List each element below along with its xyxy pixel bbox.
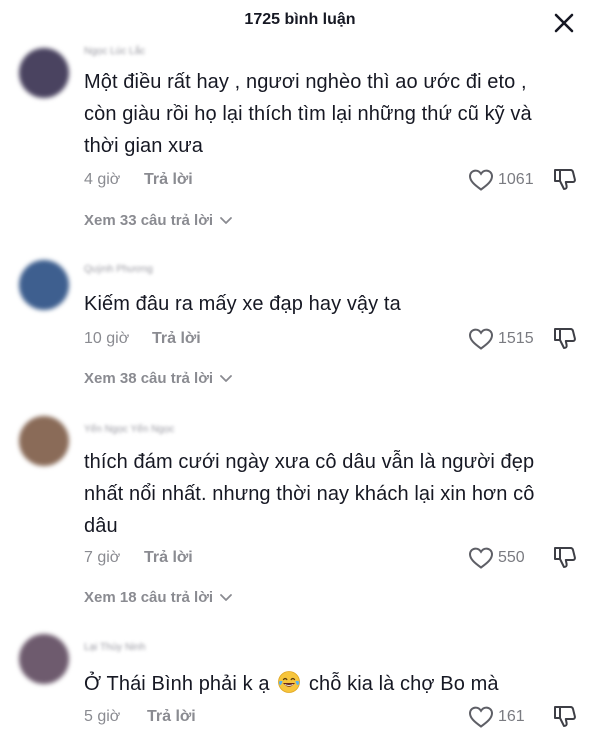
comment-text: Kiếm đâu ra mấy xe đạp hay vậy ta bbox=[84, 288, 584, 320]
comment-text-line: Một điều rất hay , ngươi nghèo thì ao ướ… bbox=[84, 71, 527, 93]
comment-time: 10 giờ bbox=[84, 330, 130, 347]
comment-text: thích đám cưới ngày xưa cô dâu vẫn là ng… bbox=[84, 446, 584, 542]
reply-button[interactable]: Trả lời bbox=[144, 171, 193, 189]
thumbs-down-icon[interactable] bbox=[552, 545, 578, 571]
comment-time: 5 giờ bbox=[84, 708, 121, 725]
heart-outline-icon[interactable] bbox=[468, 705, 494, 729]
comment-count-title: 1725 bình luận bbox=[244, 11, 356, 28]
comment-text: Một điều rất hay , ngươi nghèo thì ao ướ… bbox=[84, 66, 584, 162]
comment-time: 7 giờ bbox=[84, 549, 121, 566]
comment-meta: 4 giờ Trả lời 1061 bbox=[84, 168, 584, 192]
comment-text-line: thời gian xưa bbox=[84, 135, 203, 157]
comment-text-part: chỗ kia là chợ Bo mà bbox=[308, 673, 499, 695]
view-replies-label: Xem 38 câu trả lời bbox=[84, 370, 214, 387]
reply-button[interactable]: Trả lời bbox=[144, 549, 193, 567]
reply-button[interactable]: Trả lời bbox=[152, 330, 201, 348]
thumbs-down-icon[interactable] bbox=[552, 326, 578, 352]
heart-outline-icon[interactable] bbox=[468, 168, 494, 192]
comment-username[interactable]: Quỳnh Phương bbox=[84, 264, 153, 275]
comment-meta: 5 giờ Trả lời 161 bbox=[84, 705, 584, 729]
comment-text-line: nhất nổi nhất. nhưng thời nay khách lại … bbox=[84, 483, 535, 505]
close-icon[interactable] bbox=[551, 10, 577, 36]
comment-text: Ở Thái Bình phải k ạ chỗ kia là chợ Bo m… bbox=[84, 668, 584, 700]
heart-outline-icon[interactable] bbox=[468, 546, 494, 570]
avatar[interactable] bbox=[19, 634, 69, 684]
comment-text-line: Kiếm đâu ra mấy xe đạp hay vậy ta bbox=[84, 293, 401, 315]
chevron-down-icon bbox=[220, 594, 233, 601]
avatar[interactable] bbox=[19, 260, 69, 310]
comment-item: Lại Thùy Ninh Ở Thái Bình phải k ạ chỗ k… bbox=[0, 628, 600, 746]
face-with-tears-of-joy-emoji-icon bbox=[278, 671, 301, 693]
heart-outline-icon[interactable] bbox=[468, 327, 494, 351]
avatar[interactable] bbox=[19, 416, 69, 466]
comment-username[interactable]: Yến Ngọc Yến Ngọc bbox=[84, 424, 174, 435]
view-replies-button[interactable]: Xem 18 câu trả lời bbox=[84, 589, 233, 606]
comment-time: 4 giờ bbox=[84, 171, 121, 188]
like-count: 550 bbox=[498, 549, 525, 566]
view-replies-button[interactable]: Xem 38 câu trả lời bbox=[84, 370, 233, 387]
comment-text-line: còn giàu rồi họ lại thích tìm lại những … bbox=[84, 103, 532, 125]
comment-text-line: dâu bbox=[84, 515, 118, 537]
thumbs-down-icon[interactable] bbox=[552, 704, 578, 730]
like-count: 161 bbox=[498, 708, 525, 725]
view-replies-label: Xem 33 câu trả lời bbox=[84, 212, 214, 229]
comment-username[interactable]: Lại Thùy Ninh bbox=[84, 642, 146, 653]
comments-header: 1725 bình luận bbox=[0, 0, 600, 44]
comment-item: Ngọc Lúc Lắc Một điều rất hay , ngươi ng… bbox=[0, 44, 600, 244]
thumbs-down-icon[interactable] bbox=[552, 167, 578, 193]
comment-username[interactable]: Ngọc Lúc Lắc bbox=[84, 46, 145, 57]
reply-button[interactable]: Trả lời bbox=[147, 708, 196, 726]
like-count: 1061 bbox=[498, 171, 534, 188]
view-replies-button[interactable]: Xem 33 câu trả lời bbox=[84, 212, 233, 229]
comment-text-part: Ở Thái Bình phải k ạ bbox=[84, 673, 270, 695]
comment-item: Yến Ngọc Yến Ngọc thích đám cưới ngày xư… bbox=[0, 412, 600, 612]
comment-item: Quỳnh Phương Kiếm đâu ra mấy xe đạp hay … bbox=[0, 256, 600, 396]
chevron-down-icon bbox=[220, 217, 233, 224]
comment-meta: 10 giờ Trả lời 1515 bbox=[84, 327, 584, 351]
comment-meta: 7 giờ Trả lời 550 bbox=[84, 546, 584, 570]
avatar[interactable] bbox=[19, 48, 69, 98]
chevron-down-icon bbox=[220, 375, 233, 382]
like-count: 1515 bbox=[498, 330, 534, 347]
comment-text-line: thích đám cưới ngày xưa cô dâu vẫn là ng… bbox=[84, 451, 535, 473]
view-replies-label: Xem 18 câu trả lời bbox=[84, 589, 214, 606]
